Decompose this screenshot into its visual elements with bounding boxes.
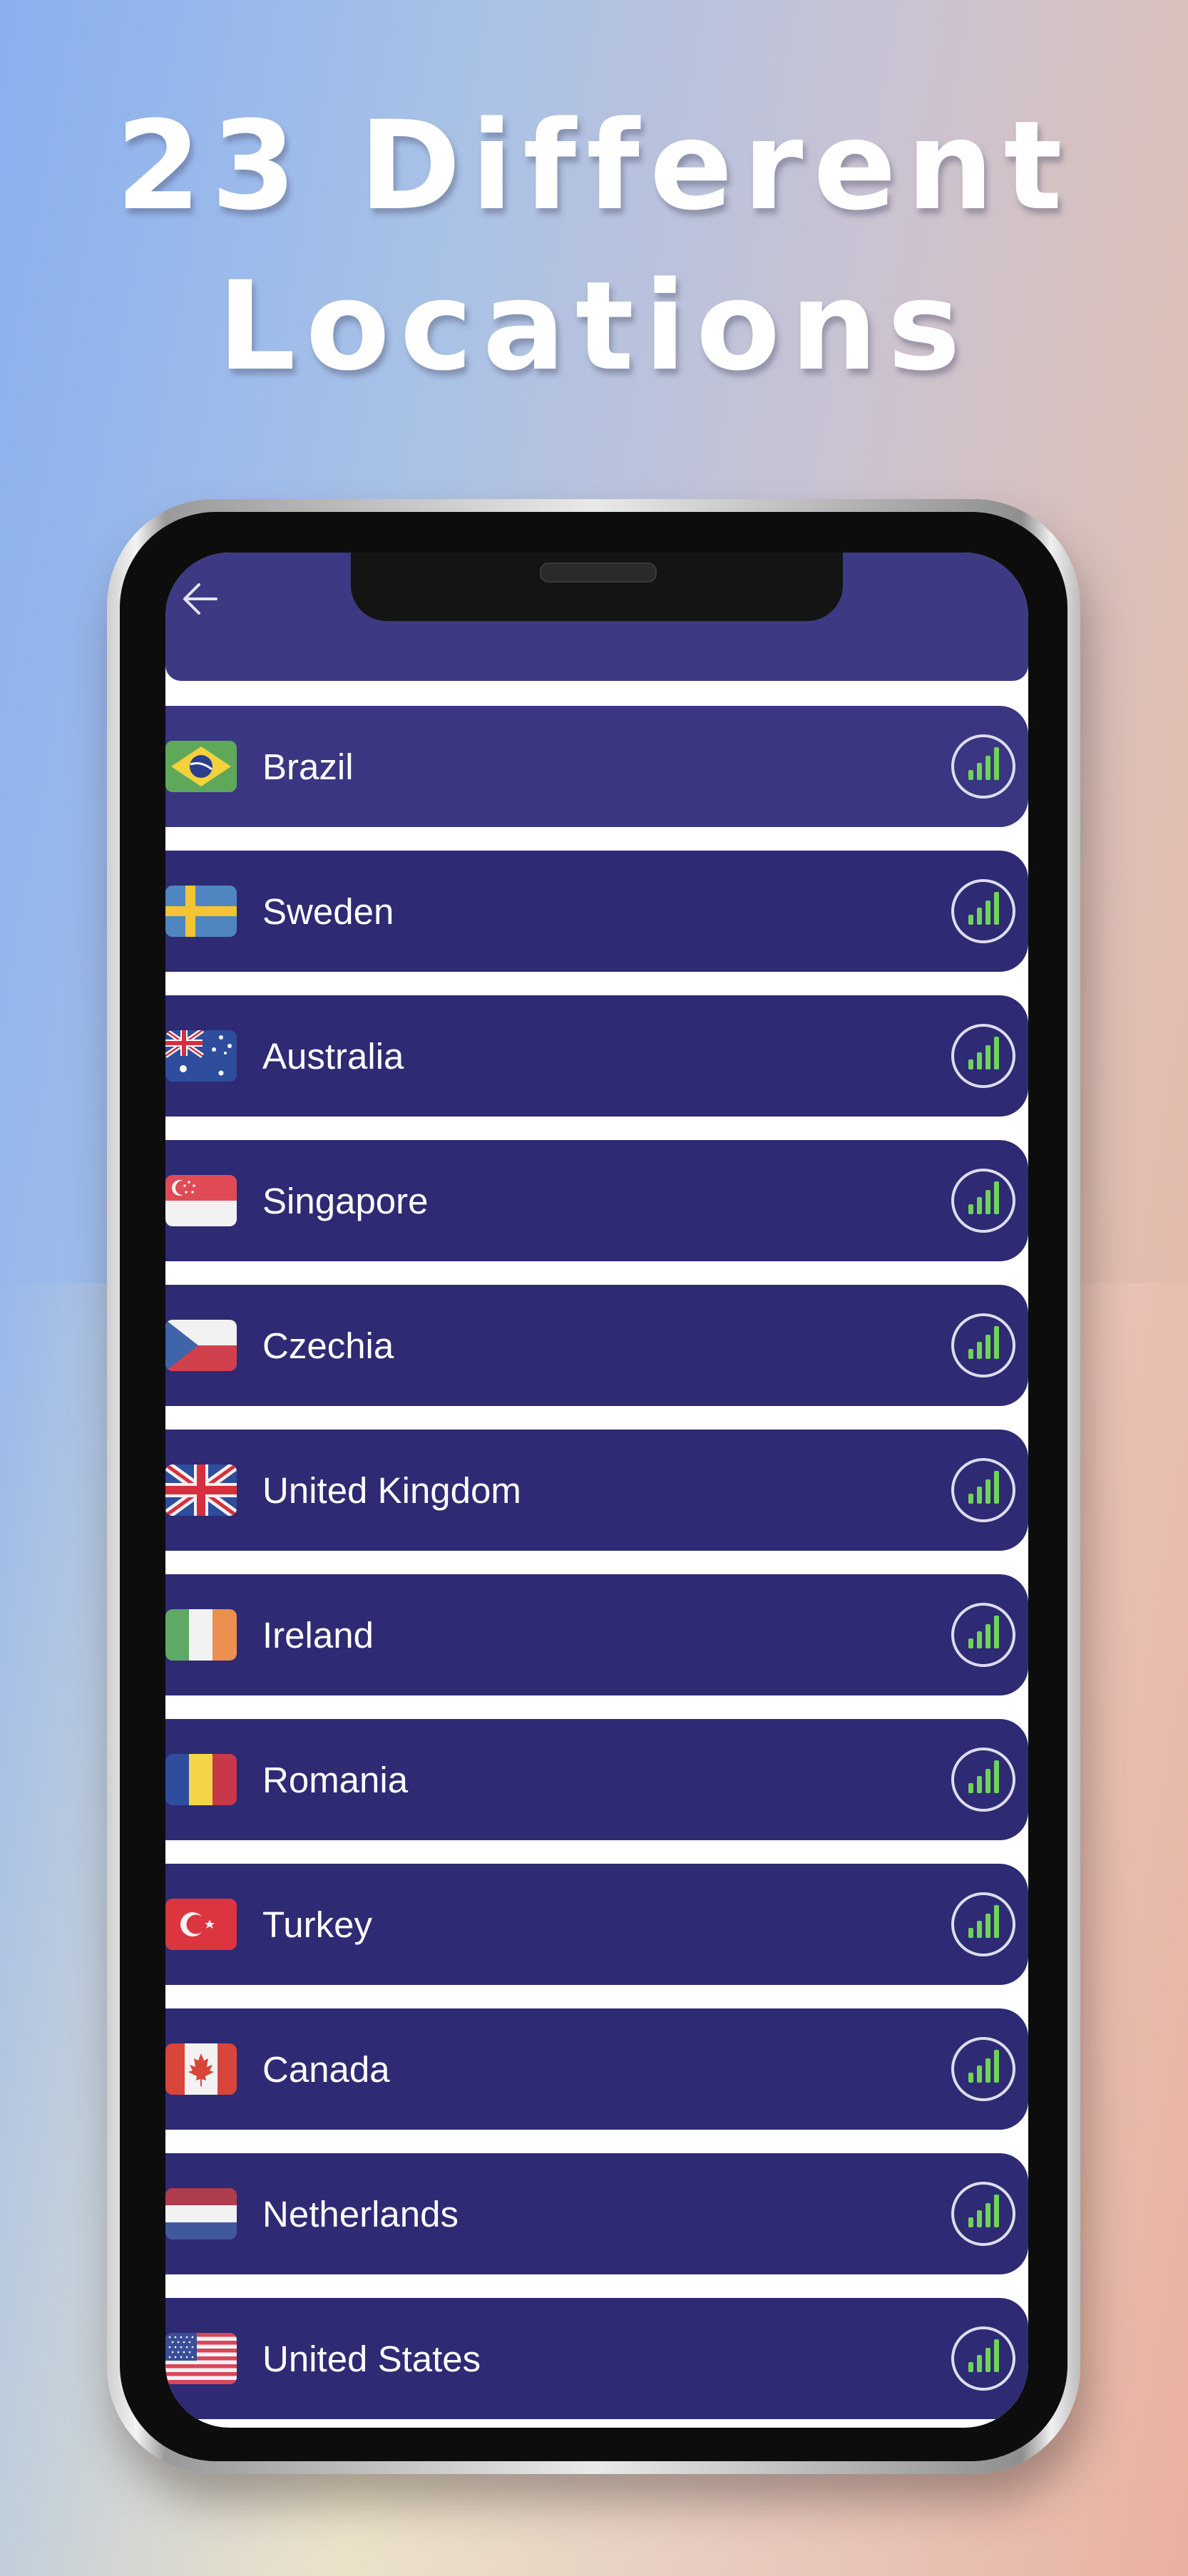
flag-brazil-icon [165, 741, 237, 792]
country-name: Canada [262, 2048, 390, 2090]
country-name: United States [262, 2338, 481, 2379]
signal-strength-icon[interactable] [951, 1748, 1015, 1812]
flag-canada-icon [165, 2043, 237, 2095]
flag-usa-icon [165, 2333, 237, 2384]
country-name: Singapore [262, 1180, 429, 1221]
flag-netherlands-icon [165, 2188, 237, 2239]
flag-australia-icon [165, 1030, 237, 1082]
country-row-brazil[interactable]: Brazil [165, 706, 1028, 827]
flag-sweden-icon [165, 886, 237, 937]
flag-uk-icon [165, 1464, 237, 1516]
flag-romania-icon [165, 1754, 237, 1805]
country-row-ireland[interactable]: Ireland [165, 1574, 1028, 1695]
signal-strength-icon[interactable] [951, 1458, 1015, 1522]
country-name: Ireland [262, 1614, 374, 1656]
country-row-turkey[interactable]: Turkey [165, 1864, 1028, 1985]
back-button[interactable] [175, 574, 225, 624]
country-row-sweden[interactable]: Sweden [165, 851, 1028, 972]
flag-turkey-icon [165, 1899, 237, 1950]
flag-ireland-icon [165, 1609, 237, 1661]
speaker-grille [540, 563, 657, 583]
signal-strength-icon[interactable] [951, 1603, 1015, 1667]
signal-strength-icon[interactable] [951, 734, 1015, 799]
signal-strength-icon[interactable] [951, 2037, 1015, 2101]
app-header [165, 553, 1028, 681]
signal-strength-icon[interactable] [951, 1024, 1015, 1088]
signal-strength-icon[interactable] [951, 2182, 1015, 2246]
signal-strength-icon[interactable] [951, 2326, 1015, 2391]
country-name: Romania [262, 1759, 409, 1800]
arrow-left-icon [183, 583, 217, 615]
country-row-singapore[interactable]: Singapore [165, 1140, 1028, 1261]
flag-czechia-icon [165, 1320, 237, 1371]
country-row-united-states[interactable]: United States [165, 2298, 1028, 2419]
country-list: Brazil Sweden Australia Singapore Czechi… [165, 706, 1028, 2428]
country-row-canada[interactable]: Canada [165, 2008, 1028, 2130]
country-name: Australia [262, 1035, 404, 1077]
country-row-netherlands[interactable]: Netherlands [165, 2153, 1028, 2274]
country-name: Sweden [262, 891, 394, 932]
headline: 23 Different Locations [0, 86, 1188, 406]
signal-strength-icon[interactable] [951, 1169, 1015, 1233]
signal-strength-icon[interactable] [951, 1892, 1015, 1956]
headline-line-2: Locations [217, 255, 971, 398]
country-name: Netherlands [262, 2193, 459, 2234]
signal-strength-icon[interactable] [951, 879, 1015, 943]
country-row-australia[interactable]: Australia [165, 995, 1028, 1117]
country-name: Czechia [262, 1325, 394, 1366]
country-row-united-kingdom[interactable]: United Kingdom [165, 1430, 1028, 1551]
signal-strength-icon[interactable] [951, 1313, 1015, 1377]
country-row-czechia[interactable]: Czechia [165, 1285, 1028, 1406]
country-name: Brazil [262, 746, 354, 787]
country-row-romania[interactable]: Romania [165, 1719, 1028, 1840]
country-name: United Kingdom [262, 1469, 521, 1511]
phone-screen: Brazil Sweden Australia Singapore Czechi… [165, 553, 1028, 2428]
phone-notch [351, 553, 843, 621]
headline-line-1: 23 Different [116, 94, 1072, 237]
flag-singapore-icon [165, 1175, 237, 1226]
country-name: Turkey [262, 1904, 372, 1945]
